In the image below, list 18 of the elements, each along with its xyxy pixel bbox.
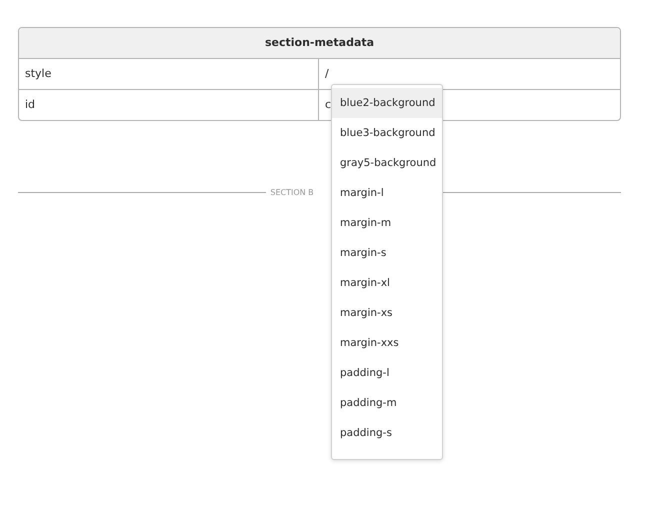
dropdown-option[interactable]: blue3-background [332, 118, 442, 148]
dropdown-option[interactable]: blue2-background [332, 88, 442, 118]
dropdown-option[interactable]: padding-m [332, 388, 442, 418]
dropdown-option[interactable]: margin-xs [332, 298, 442, 328]
cell-text: c [325, 98, 332, 111]
cell-text: id [25, 98, 36, 111]
table-header: section-metadata [19, 28, 620, 59]
dropdown-option[interactable]: margin-s [332, 238, 442, 268]
cell-text: / [325, 67, 329, 80]
dropdown-option[interactable]: margin-xl [332, 268, 442, 298]
dropdown-option[interactable]: margin-l [332, 178, 442, 208]
cell-text: style [25, 67, 52, 80]
dropdown-option[interactable]: gray5-background [332, 148, 442, 178]
section-label: SECTION B [270, 188, 314, 197]
dropdown-option[interactable]: padding-l [332, 358, 442, 388]
dropdown-option[interactable]: margin-xxs [332, 328, 442, 358]
dropdown-option[interactable]: padding-s [332, 418, 442, 448]
dropdown-option[interactable]: margin-m [332, 208, 442, 238]
